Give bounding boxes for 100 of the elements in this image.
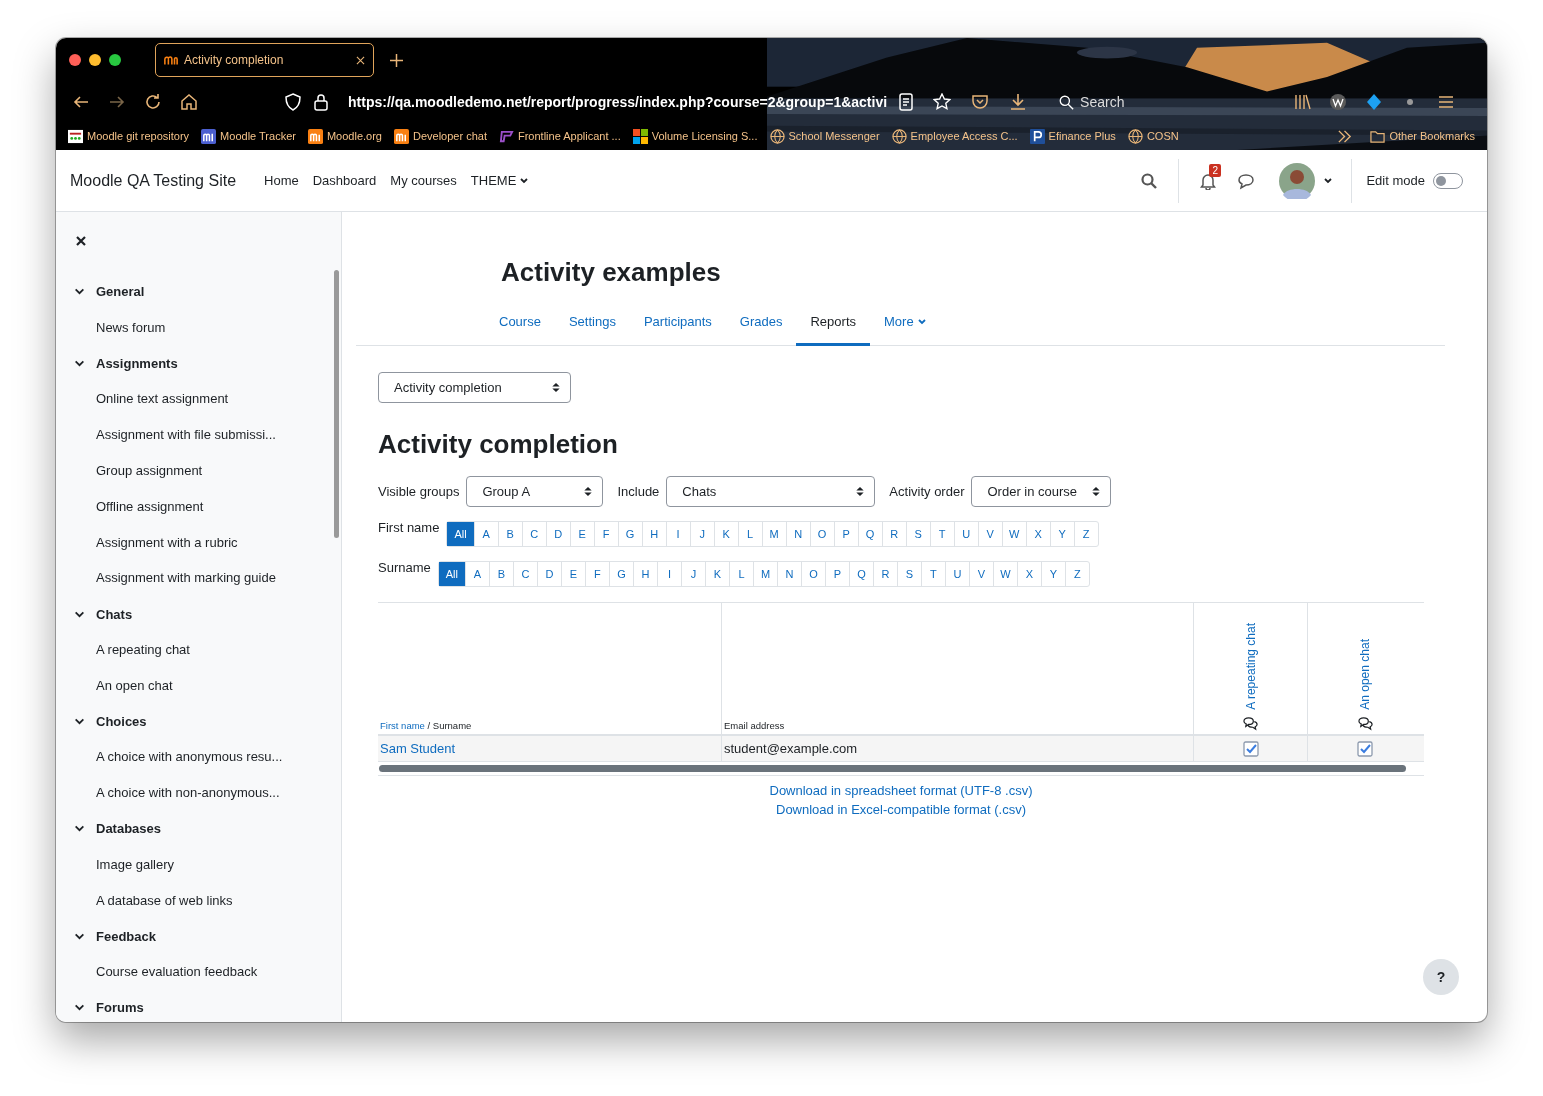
- activity-link[interactable]: Group assignment: [74, 453, 341, 489]
- course-tab[interactable]: Settings: [554, 302, 630, 346]
- home-icon[interactable]: [180, 93, 198, 111]
- initial-link[interactable]: Z: [1065, 562, 1089, 586]
- bookmark[interactable]: Volume Licensing S...: [632, 128, 758, 144]
- nav-link[interactable]: Dashboard: [312, 173, 377, 188]
- help-button[interactable]: ?: [1423, 959, 1459, 995]
- filter-select[interactable]: Chats: [666, 476, 876, 507]
- extension-icon[interactable]: [1329, 93, 1347, 111]
- section-title[interactable]: Forums: [96, 1000, 144, 1016]
- bookmark[interactable]: Frontline Applicant ...: [498, 128, 621, 144]
- initial-link[interactable]: W: [993, 562, 1017, 586]
- initial-link[interactable]: H: [633, 562, 657, 586]
- activity-link[interactable]: An open chat: [74, 667, 341, 704]
- close-icon[interactable]: [76, 236, 86, 246]
- library-icon[interactable]: [1293, 93, 1311, 111]
- initial-link[interactable]: K: [705, 562, 729, 586]
- initial-link[interactable]: P: [825, 562, 849, 586]
- nav-link[interactable]: My courses: [390, 173, 457, 188]
- initial-link[interactable]: U: [945, 562, 969, 586]
- bookmark[interactable]: Employee Access C...: [891, 128, 1018, 144]
- bookmark[interactable]: Developer chat: [393, 128, 487, 144]
- initial-link[interactable]: U: [953, 522, 978, 546]
- initial-link[interactable]: R: [873, 562, 897, 586]
- initial-link[interactable]: W: [1001, 522, 1026, 546]
- bookmark[interactable]: COSN: [1127, 128, 1179, 144]
- student-name-link[interactable]: Sam Student: [380, 741, 456, 756]
- initial-link[interactable]: B: [497, 522, 522, 546]
- initial-link[interactable]: J: [681, 562, 705, 586]
- activity-link[interactable]: News forum: [74, 309, 341, 346]
- initial-link[interactable]: C: [513, 562, 537, 586]
- activity-link[interactable]: Offline assignment: [74, 488, 341, 525]
- activity-header-link[interactable]: An open chat: [1358, 639, 1372, 710]
- initial-link[interactable]: F: [585, 562, 609, 586]
- initial-link[interactable]: T: [921, 562, 945, 586]
- search-icon[interactable]: [1140, 171, 1159, 190]
- initial-link[interactable]: Q: [849, 562, 873, 586]
- initial-link[interactable]: X: [1025, 522, 1050, 546]
- initial-link[interactable]: L: [729, 562, 753, 586]
- activity-link[interactable]: Assignment with a rubric: [74, 524, 341, 561]
- sort-link[interactable]: First name: [380, 720, 425, 731]
- activity-link[interactable]: Assignment with file submissi...: [74, 417, 341, 453]
- extension-icon[interactable]: [1365, 93, 1383, 111]
- report-select[interactable]: Activity completion: [378, 372, 571, 403]
- bookmark[interactable]: Moodle.org: [307, 128, 382, 144]
- star-icon[interactable]: [933, 93, 952, 111]
- nav-link[interactable]: Home: [264, 173, 299, 188]
- more-menu[interactable]: More: [870, 302, 941, 346]
- initial-link[interactable]: D: [537, 562, 561, 586]
- download-icon[interactable]: [1009, 93, 1028, 111]
- bookmark[interactable]: Other Bookmarks: [1370, 128, 1475, 144]
- activity-link[interactable]: A repeating chat: [74, 631, 341, 668]
- chevron-icon[interactable]: [74, 358, 85, 369]
- bookmark[interactable]: Moodle Tracker: [201, 128, 296, 144]
- section-title[interactable]: Feedback: [96, 928, 156, 944]
- scrollbar[interactable]: [334, 270, 339, 538]
- activity-link[interactable]: A database of web links: [74, 882, 341, 919]
- chevrons-icon[interactable]: [1337, 128, 1353, 144]
- initial-link[interactable]: E: [561, 562, 585, 586]
- section-title[interactable]: Assignments: [96, 356, 178, 371]
- bookmark[interactable]: Moodle git repository: [68, 128, 190, 144]
- avatar[interactable]: [1279, 162, 1316, 199]
- shield-icon[interactable]: [284, 93, 302, 111]
- initial-link[interactable]: All: [438, 562, 465, 586]
- initial-link[interactable]: A: [465, 562, 489, 586]
- initial-link[interactable]: F: [593, 522, 618, 546]
- chat-bubble-icon[interactable]: [1237, 171, 1256, 190]
- activity-link[interactable]: Image gallery: [74, 846, 341, 883]
- download-link[interactable]: Download in spreadsheet format (UTF-8 .csv): [769, 783, 1033, 798]
- initial-link[interactable]: S: [897, 562, 921, 586]
- maximize-window-icon[interactable]: [109, 54, 121, 66]
- search-field[interactable]: Search: [1059, 94, 1125, 110]
- activity-link[interactable]: Course evaluation feedback: [74, 954, 341, 990]
- initial-link[interactable]: Y: [1049, 522, 1074, 546]
- initial-link[interactable]: R: [881, 522, 906, 546]
- initial-link[interactable]: H: [641, 522, 666, 546]
- initial-link[interactable]: Z: [1073, 522, 1098, 546]
- address-bar[interactable]: https://qa.moodledemo.net/report/progress/index.php?course=2&group=1&activi: [348, 94, 888, 110]
- initial-link[interactable]: L: [737, 522, 762, 546]
- section-title[interactable]: General: [96, 284, 145, 300]
- initial-link[interactable]: I: [665, 522, 690, 546]
- initial-link[interactable]: V: [977, 522, 1002, 546]
- initial-link[interactable]: M: [761, 522, 786, 546]
- initial-link[interactable]: P: [833, 522, 858, 546]
- initial-link[interactable]: O: [801, 562, 825, 586]
- initial-link[interactable]: All: [447, 522, 474, 546]
- activity-link[interactable]: Online text assignment: [74, 381, 341, 418]
- theme-menu[interactable]: THEME: [470, 173, 530, 188]
- initial-link[interactable]: S: [905, 522, 930, 546]
- initial-link[interactable]: C: [521, 522, 546, 546]
- activity-link[interactable]: A choice with non-anonymous...: [74, 775, 341, 811]
- section-title[interactable]: Databases: [96, 821, 162, 837]
- menu-icon[interactable]: [1437, 93, 1455, 111]
- filter-select[interactable]: Order in course: [971, 476, 1112, 507]
- bookmark[interactable]: Efinance Plus: [1029, 128, 1116, 144]
- initial-link[interactable]: K: [713, 522, 738, 546]
- filter-select[interactable]: Group A: [466, 476, 604, 507]
- course-tab[interactable]: Course: [485, 302, 555, 346]
- site-name[interactable]: Moodle QA Testing Site: [70, 171, 237, 190]
- close-window-icon[interactable]: [69, 54, 81, 66]
